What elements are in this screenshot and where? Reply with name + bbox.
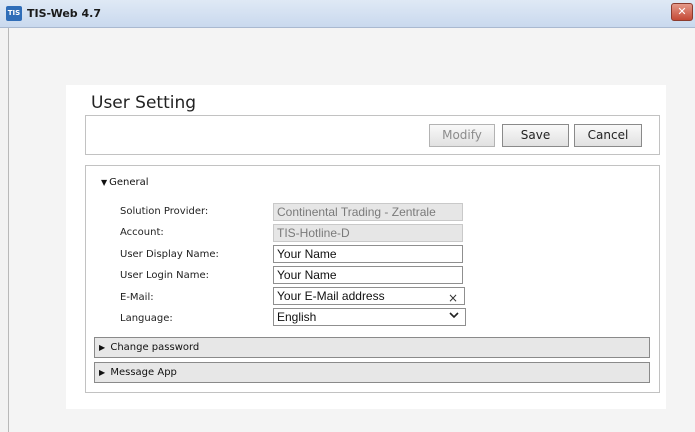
email-label: E-Mail: [120,292,154,303]
triangle-down-icon: ▼ [101,178,108,187]
login-name-input[interactable]: Your Name [273,266,463,284]
general-section-label: General [109,177,149,188]
display-name-label: User Display Name: [120,249,219,260]
chevron-down-icon[interactable] [449,310,459,320]
change-password-label: Change password [110,342,200,353]
page-title: User Setting [91,93,197,113]
general-section-toggle[interactable]: ▼ General [101,177,149,188]
language-select[interactable]: English [273,308,466,326]
close-window-button[interactable]: ✕ [671,3,693,21]
title-bar: TIS TIS-Web 4.7 ✕ [0,0,695,28]
cancel-button[interactable]: Cancel [574,124,642,147]
account-label: Account: [120,227,164,238]
email-input[interactable]: Your E-Mail address [273,287,465,305]
app-logo-icon: TIS [6,6,22,21]
save-button[interactable]: Save [502,124,569,147]
message-app-label: Message App [110,367,177,378]
message-app-section-toggle[interactable]: ▶ Message App [94,362,650,383]
language-label: Language: [120,313,173,324]
login-name-label: User Login Name: [120,270,209,281]
triangle-right-icon: ▶ [99,343,106,352]
solution-provider-label: Solution Provider: [120,206,209,217]
triangle-right-icon: ▶ [99,368,106,377]
modify-button[interactable]: Modify [429,124,495,147]
account-field: TIS-Hotline-D [273,224,463,242]
solution-provider-field: Continental Trading - Zentrale [273,203,463,221]
change-password-section-toggle[interactable]: ▶ Change password [94,337,650,358]
window-title: TIS-Web 4.7 [27,7,101,20]
clear-email-icon[interactable]: × [448,291,458,305]
display-name-input[interactable]: Your Name [273,245,463,263]
